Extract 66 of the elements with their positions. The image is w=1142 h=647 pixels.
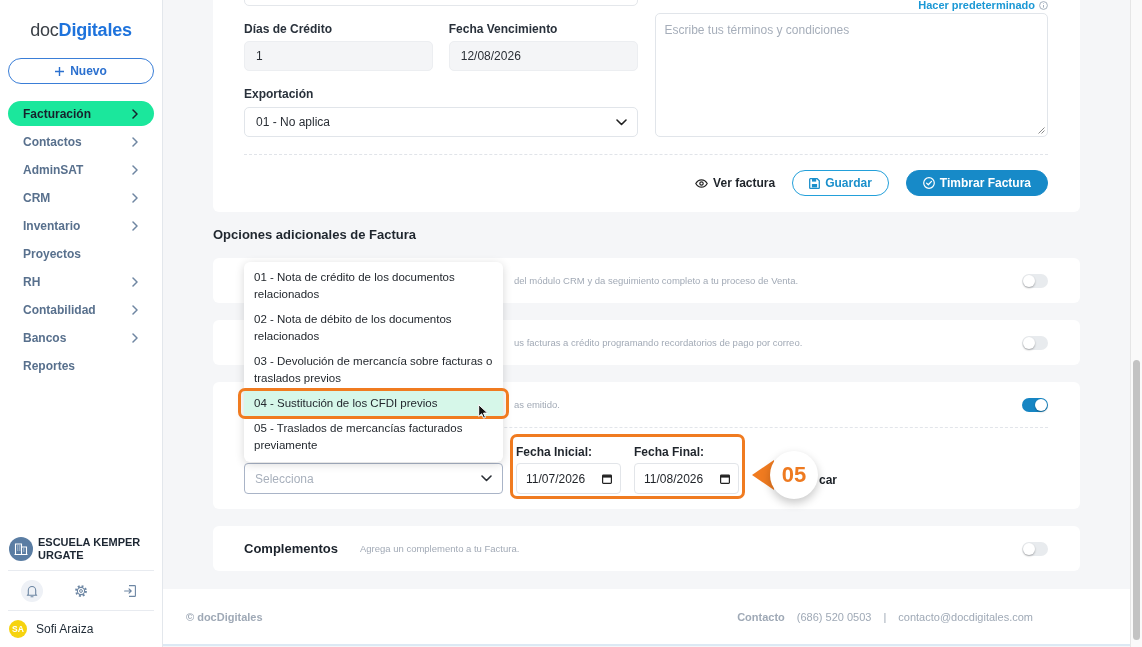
phone-number: (686) 520 0503 bbox=[796, 610, 872, 623]
nav-item[interactable]: Contabilidad bbox=[8, 297, 154, 322]
text-fragment: car bbox=[819, 473, 838, 487]
info-icon bbox=[1039, 1, 1048, 10]
option-description: us facturas a crédito programando recordatorios de pago por correo. bbox=[514, 337, 803, 348]
calendar-icon bbox=[720, 473, 730, 484]
nav-item[interactable]: Contactos bbox=[8, 129, 154, 154]
separator: | bbox=[883, 610, 887, 623]
date-field[interactable]: 11/07/2026 bbox=[516, 463, 621, 494]
nav-item[interactable]: Inventario bbox=[8, 213, 154, 238]
plus-icon bbox=[55, 66, 65, 76]
option-title: Complementos bbox=[244, 541, 338, 556]
cursor-icon bbox=[478, 404, 488, 419]
toggle-switch[interactable] bbox=[1022, 273, 1048, 288]
calendar-icon bbox=[602, 473, 612, 484]
nav-item[interactable]: Bancos bbox=[8, 325, 154, 350]
contact-label: Contacto bbox=[737, 610, 785, 623]
avatar: SA bbox=[9, 620, 27, 638]
toggle-switch[interactable] bbox=[1022, 541, 1048, 556]
stamp-invoice-button[interactable]: Timbrar Factura bbox=[905, 170, 1048, 196]
dropdown-option[interactable]: 05 - Traslados de mercancías facturados previamente bbox=[244, 416, 503, 458]
step-callout: 05 bbox=[752, 451, 818, 499]
view-invoice-link[interactable]: Ver factura bbox=[695, 170, 776, 196]
chevron-down-icon bbox=[481, 475, 492, 482]
chevron-down-icon bbox=[615, 118, 627, 126]
option-description: del módulo CRM y da seguimiento completo a tu proceso de Venta. bbox=[514, 275, 799, 286]
input-field[interactable]: 1 bbox=[244, 41, 433, 71]
resize-grip-icon bbox=[1038, 127, 1045, 134]
bell-icon[interactable] bbox=[21, 579, 44, 602]
building-icon bbox=[9, 537, 33, 561]
field-label: Fecha Inicial: bbox=[516, 445, 593, 459]
nav-item[interactable]: Facturación bbox=[8, 101, 154, 126]
nav-item[interactable]: Proyectos bbox=[8, 241, 154, 266]
input-field[interactable]: 12/08/2026 bbox=[448, 41, 638, 71]
set-default-link[interactable]: Hacer predeterminado bbox=[918, 0, 1048, 11]
copyright-text: © docDigitales bbox=[186, 610, 263, 623]
company-name: ESCUELA KEMPER URGATE bbox=[38, 536, 142, 562]
dropdown-option[interactable]: 01 - Nota de crédito de los documentos relacionados bbox=[244, 265, 503, 307]
field-label: Exportación bbox=[244, 87, 314, 101]
option-description: as emitido. bbox=[514, 399, 560, 410]
toggle-switch[interactable] bbox=[1022, 397, 1048, 412]
settings-icon[interactable] bbox=[75, 584, 87, 597]
dropdown-option[interactable]: 02 - Nota de débito de los documentos relacionados bbox=[244, 307, 503, 349]
logo: docDigitales bbox=[30, 19, 132, 41]
nav-item[interactable]: AdminSAT bbox=[8, 157, 154, 182]
nav-item[interactable]: CRM bbox=[8, 185, 154, 210]
nav-item[interactable]: Reportes bbox=[8, 353, 154, 378]
user-name: Sofi Araiza bbox=[36, 622, 94, 636]
select-field[interactable]: 01 - No aplica bbox=[244, 107, 638, 137]
field-label: Días de Crédito bbox=[244, 22, 333, 36]
eye-icon bbox=[695, 178, 709, 188]
logout-icon[interactable] bbox=[123, 584, 136, 597]
section-heading: Opciones adicionales de Factura bbox=[213, 228, 416, 242]
check-circle-icon bbox=[922, 177, 935, 189]
nav-item[interactable]: RH bbox=[8, 269, 154, 294]
dropdown-option[interactable]: 03 - Devolución de mercancía sobre facturas o traslados previos bbox=[244, 349, 503, 391]
field-label: Fecha Vencimiento bbox=[448, 22, 558, 36]
save-icon bbox=[809, 177, 821, 189]
date-field[interactable]: 11/08/2026 bbox=[634, 463, 739, 494]
toggle-switch[interactable] bbox=[1022, 335, 1048, 350]
new-button[interactable]: Nuevo bbox=[8, 58, 154, 84]
field-label: Fecha Final: bbox=[634, 445, 704, 459]
scrollbar[interactable] bbox=[1130, 0, 1142, 647]
save-button[interactable]: Guardar bbox=[792, 170, 889, 196]
option-description: Agrega un complemento a tu Factura. bbox=[359, 543, 520, 554]
scrollbar-thumb[interactable] bbox=[1133, 360, 1140, 640]
